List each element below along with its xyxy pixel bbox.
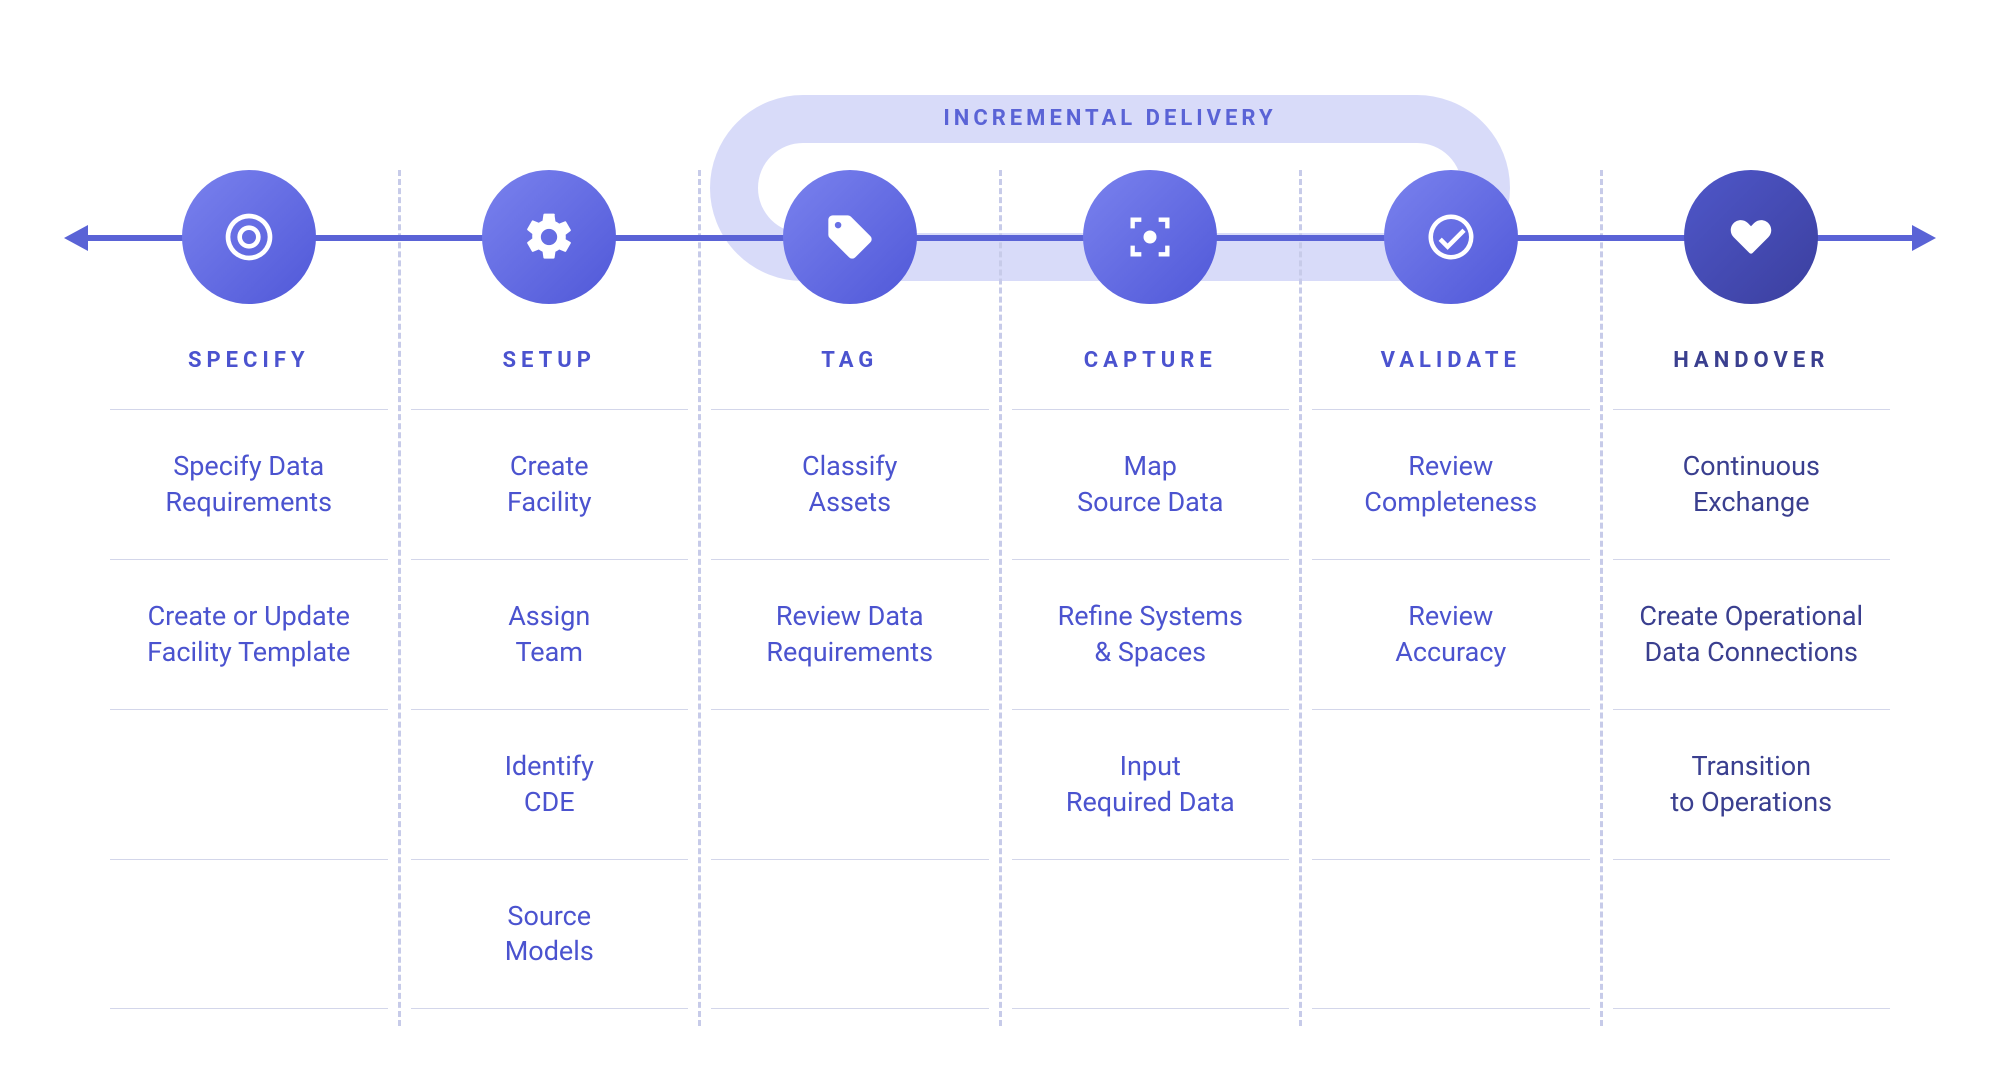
handover-circle (1684, 170, 1818, 304)
process-diagram: INCREMENTAL DELIVERY SPECIFY Specify Dat… (0, 0, 2000, 1086)
stage-handover: HANDOVER Continuous Exchange Create Oper… (1600, 170, 1901, 1026)
capture-row-2: Refine Systems & Spaces (1012, 559, 1290, 709)
handover-row-1: Continuous Exchange (1613, 409, 1891, 559)
specify-circle (182, 170, 316, 304)
setup-circle (482, 170, 616, 304)
stage-validate: VALIDATE Review Completeness Review Accu… (1299, 170, 1600, 1026)
tag-row-1: Classify Assets (711, 409, 989, 559)
stage-setup: SETUP Create Facility Assign Team Identi… (398, 170, 699, 1026)
handover-title: HANDOVER (1613, 348, 1891, 373)
validate-row-3 (1312, 709, 1590, 859)
capture-circle (1083, 170, 1217, 304)
stage-columns: SPECIFY Specify Data Requirements Create… (100, 170, 1900, 1026)
validate-row-4 (1312, 859, 1590, 1009)
stage-tag: TAG Classify Assets Review Data Requirem… (698, 170, 999, 1026)
tag-title: TAG (711, 348, 989, 373)
gear-icon (521, 209, 577, 265)
specify-row-3 (110, 709, 388, 859)
validate-circle (1384, 170, 1518, 304)
timeline-arrow-right-icon (1912, 225, 1936, 251)
stage-specify: SPECIFY Specify Data Requirements Create… (100, 170, 398, 1026)
setup-row-4: Source Models (411, 859, 689, 1009)
validate-row-2: Review Accuracy (1312, 559, 1590, 709)
setup-row-1: Create Facility (411, 409, 689, 559)
timeline-arrow-left-icon (64, 225, 88, 251)
handover-row-3: Transition to Operations (1613, 709, 1891, 859)
capture-row-4 (1012, 859, 1290, 1009)
capture-title: CAPTURE (1012, 348, 1290, 373)
validate-row-1: Review Completeness (1312, 409, 1590, 559)
tag-row-4 (711, 859, 989, 1009)
stage-capture: CAPTURE Map Source Data Refine Systems &… (999, 170, 1300, 1026)
specify-row-4 (110, 859, 388, 1009)
handover-row-2: Create Operational Data Connections (1613, 559, 1891, 709)
specify-title: SPECIFY (110, 348, 388, 373)
setup-row-2: Assign Team (411, 559, 689, 709)
tag-icon (824, 211, 876, 263)
tag-row-3 (711, 709, 989, 859)
check-icon (1424, 210, 1478, 264)
capture-row-1: Map Source Data (1012, 409, 1290, 559)
handshake-icon (1724, 210, 1778, 264)
setup-row-3: Identify CDE (411, 709, 689, 859)
validate-title: VALIDATE (1312, 348, 1590, 373)
tag-circle (783, 170, 917, 304)
target-icon (221, 209, 277, 265)
handover-row-4 (1613, 859, 1891, 1009)
capture-icon (1124, 211, 1176, 263)
incremental-delivery-label: INCREMENTAL DELIVERY (710, 106, 1510, 131)
specify-row-2: Create or Update Facility Template (110, 559, 388, 709)
specify-row-1: Specify Data Requirements (110, 409, 388, 559)
tag-row-2: Review Data Requirements (711, 559, 989, 709)
timeline-axis (85, 235, 1915, 241)
capture-row-3: Input Required Data (1012, 709, 1290, 859)
setup-title: SETUP (411, 348, 689, 373)
